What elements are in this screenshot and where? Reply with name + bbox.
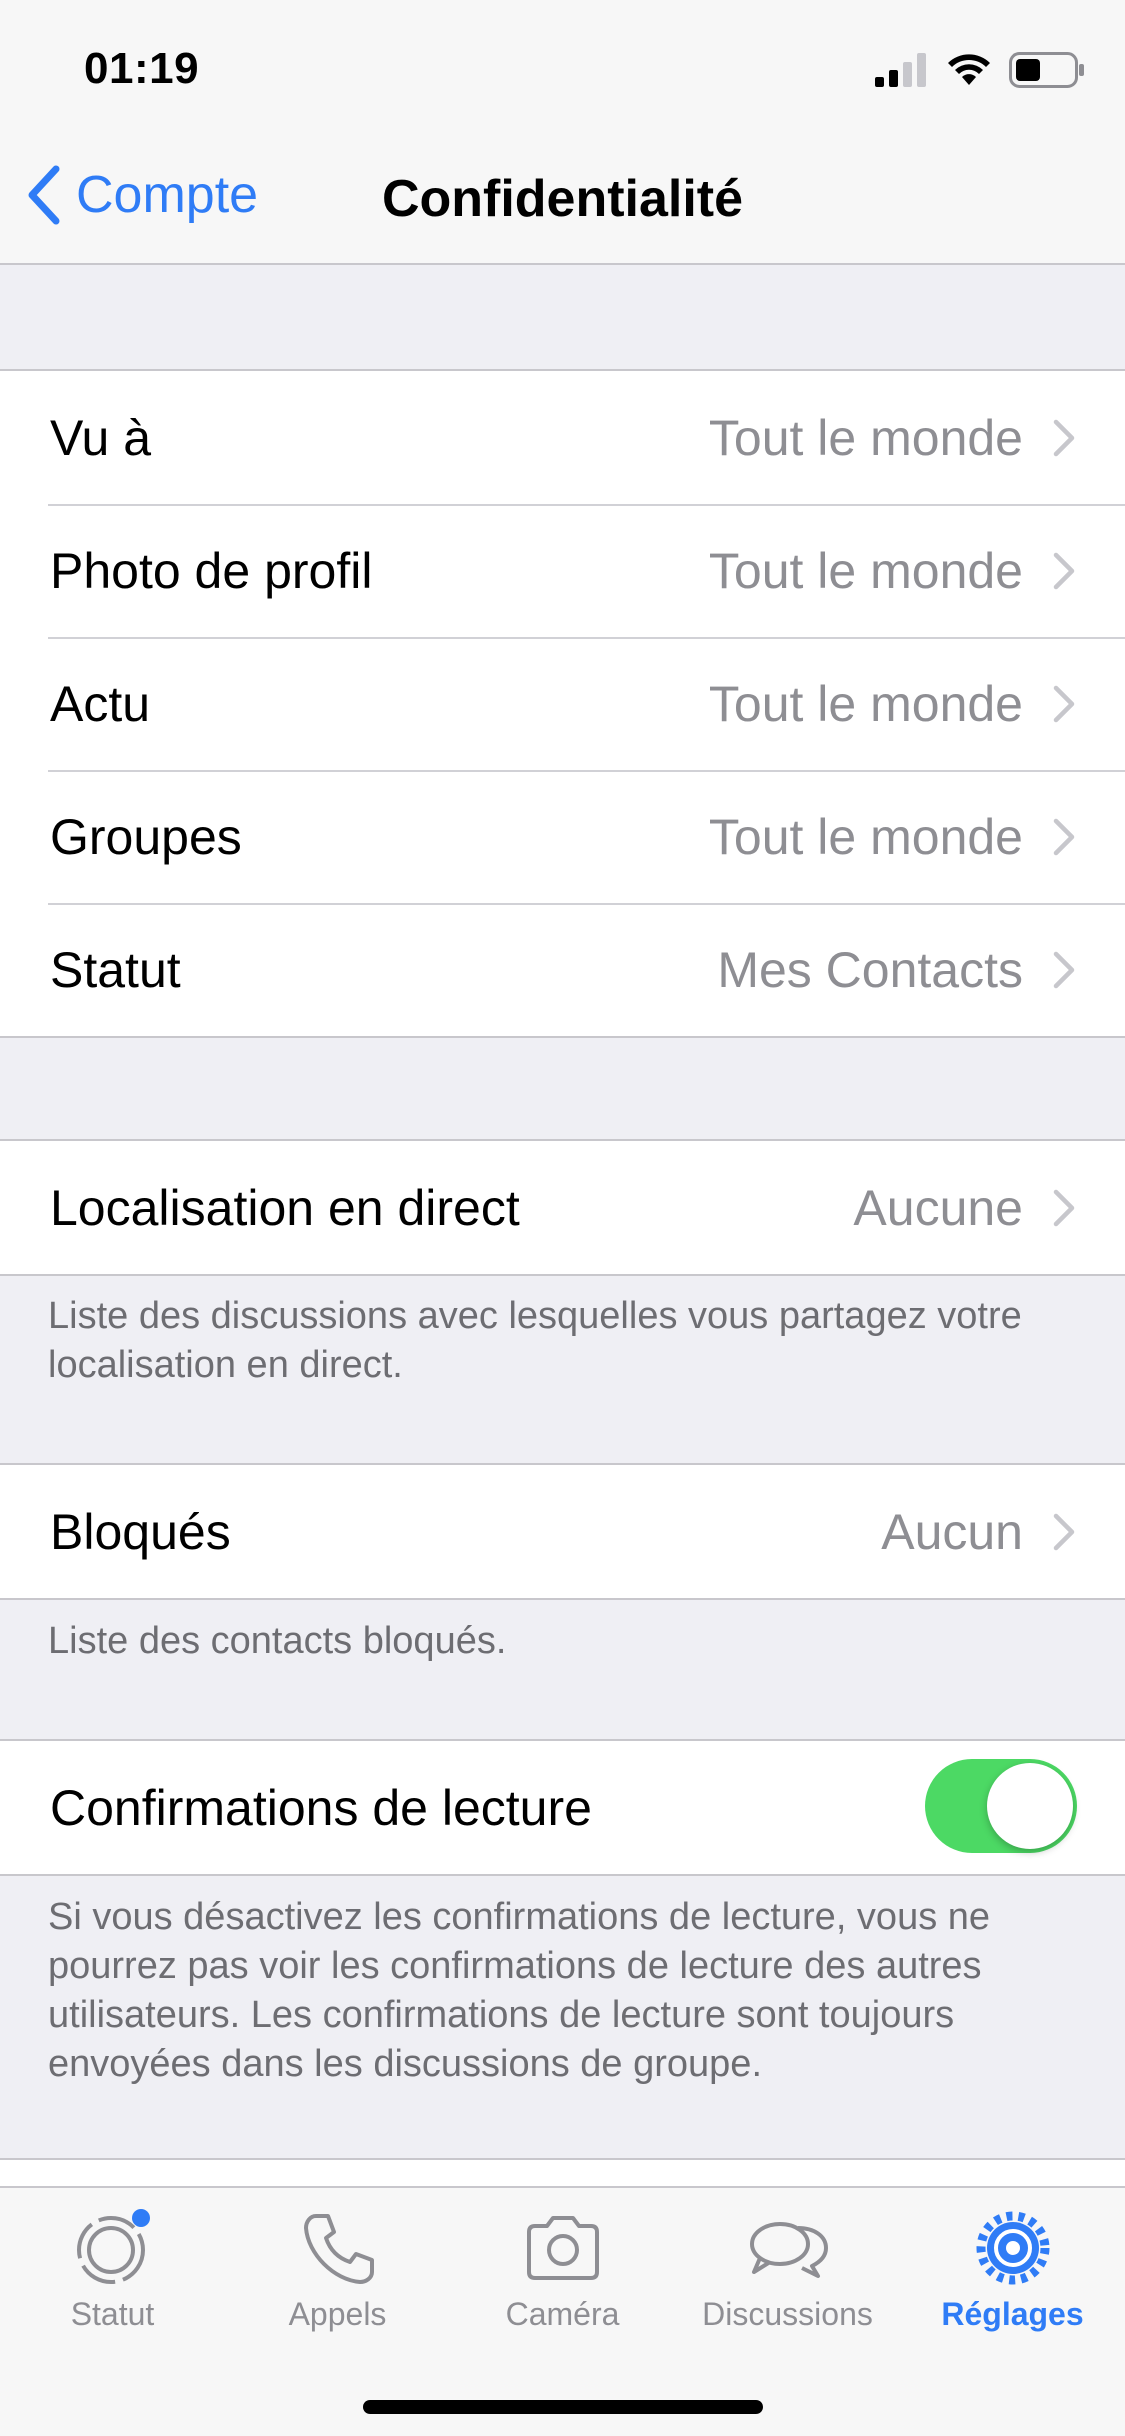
home-indicator	[362, 2400, 763, 2414]
tab-bar: Statut Appels Caméra Discussions Réglage…	[0, 2186, 1125, 2436]
chevron-right-icon	[1053, 419, 1075, 456]
chevron-right-icon	[1053, 951, 1075, 988]
row-status[interactable]: Statut Mes Contacts	[0, 903, 1125, 1036]
chevron-right-icon	[1053, 1189, 1075, 1226]
blocked-footnote: Liste des contacts bloqués.	[48, 1620, 507, 1662]
status-icons	[875, 48, 1085, 92]
row-value: Tout le monde	[708, 808, 1023, 865]
row-live-location[interactable]: Localisation en direct Aucune	[0, 1141, 1125, 1274]
live-location-group: Localisation en direct Aucune	[0, 1139, 1125, 1276]
tab-label: Réglages	[941, 2296, 1084, 2332]
tab-settings[interactable]: Réglages	[900, 2206, 1125, 2338]
tab-label: Discussions	[702, 2296, 873, 2332]
next-group-edge	[0, 2158, 1125, 2186]
status-icon	[76, 2209, 150, 2284]
row-read-receipts: Confirmations de lecture	[0, 1741, 1125, 1874]
tab-status[interactable]: Statut	[0, 2206, 225, 2338]
tab-label: Caméra	[505, 2296, 620, 2332]
row-label: Statut	[50, 941, 181, 998]
tab-calls[interactable]: Appels	[225, 2206, 450, 2338]
row-value: Tout le monde	[708, 542, 1023, 599]
row-value: Mes Contacts	[717, 941, 1023, 998]
gear-icon	[976, 2211, 1049, 2285]
wifi-icon	[948, 54, 990, 85]
row-value: Aucun	[881, 1503, 1023, 1560]
chevron-right-icon	[1053, 552, 1075, 589]
navigation-bar: Compte Confidentialité	[0, 135, 1125, 265]
row-label: Vu à	[50, 409, 152, 466]
cellular-signal-icon	[875, 53, 926, 87]
page-title: Confidentialité	[381, 170, 744, 228]
tab-label: Statut	[70, 2296, 155, 2332]
row-label: Bloqués	[50, 1503, 231, 1560]
row-value: Tout le monde	[708, 675, 1023, 732]
row-label: Confirmations de lecture	[50, 1779, 592, 1836]
row-label: Actu	[50, 675, 151, 732]
read-receipts-toggle[interactable]	[925, 1759, 1077, 1853]
row-value: Aucune	[853, 1179, 1023, 1236]
row-blocked[interactable]: Bloqués Aucun	[0, 1465, 1125, 1598]
live-location-footnote: Liste des discussions avec lesquelles vo…	[48, 1295, 1022, 1386]
privacy-settings-group: Vu à Tout le monde Photo de profil Tout …	[0, 369, 1125, 1038]
read-receipts-footnote: Si vous désactivez les confirmations de …	[48, 1896, 991, 2085]
row-profile-photo[interactable]: Photo de profil Tout le monde	[0, 504, 1125, 637]
battery-icon	[1009, 52, 1084, 88]
read-receipts-group: Confirmations de lecture	[0, 1739, 1125, 1876]
row-label: Groupes	[50, 808, 242, 865]
toggle-knob	[987, 1763, 1073, 1849]
tab-camera[interactable]: Caméra	[450, 2206, 675, 2338]
row-label: Localisation en direct	[50, 1179, 520, 1236]
row-about[interactable]: Actu Tout le monde	[0, 637, 1125, 770]
tab-discussions[interactable]: Discussions	[675, 2206, 900, 2338]
phone-icon	[303, 2214, 374, 2284]
chat-bubbles-icon	[749, 2222, 828, 2278]
row-last-seen[interactable]: Vu à Tout le monde	[0, 371, 1125, 504]
row-value: Tout le monde	[708, 409, 1023, 466]
chevron-right-icon	[1053, 818, 1075, 855]
blocked-group: Bloqués Aucun	[0, 1463, 1125, 1600]
status-time: 01:19	[84, 44, 200, 93]
chevron-right-icon	[1053, 1513, 1075, 1550]
tab-label: Appels	[288, 2296, 387, 2332]
row-groups[interactable]: Groupes Tout le monde	[0, 770, 1125, 903]
chevron-right-icon	[1053, 685, 1075, 722]
row-label: Photo de profil	[50, 542, 373, 599]
status-bar: 01:19	[0, 0, 1125, 135]
camera-icon	[526, 2216, 599, 2280]
